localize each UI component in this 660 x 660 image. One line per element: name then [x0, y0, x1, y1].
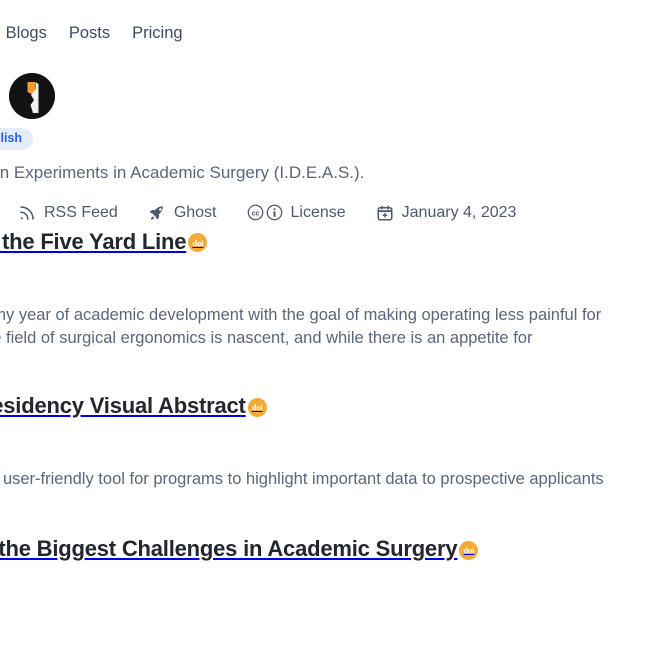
ghost-label: Ghost [173, 203, 217, 221]
tag-english[interactable]: English [0, 128, 34, 150]
license-link[interactable]: cc License [247, 204, 346, 222]
list-item: Operating from the Five Yard Line doi I … [0, 228, 660, 350]
publication-header: I.D.E.A.S. Health Sciences English Innov… [0, 70, 660, 225]
calendar-icon [376, 204, 394, 222]
publication-meta-row: RSS Feed Ghost cc License January 4, 202… [0, 201, 660, 225]
nav-link-pricing[interactable]: Pricing [132, 24, 182, 43]
list-item: The Surgical Residency Visual Abstract d… [0, 392, 660, 491]
post-divider-spacer [0, 503, 660, 535]
rss-feed-link[interactable]: RSS Feed [18, 204, 118, 222]
list-item: Solving One of the Biggest Challenges in… [0, 535, 660, 608]
publication-avatar [9, 73, 56, 119]
svg-text:cc: cc [251, 210, 259, 218]
post-list: Operating from the Five Yard Line doi I … [0, 228, 660, 620]
publication-page: ar Blogs Posts Pricing I.D.E.A.S. Health… [0, 0, 660, 660]
publication-date: January 4, 2023 [376, 203, 517, 222]
creative-commons-icon: cc [247, 204, 283, 221]
post-excerpt: B [0, 587, 660, 608]
doi-badge-icon[interactable]: doi [188, 233, 208, 253]
doi-badge-icon[interactable]: doi [247, 397, 267, 417]
license-label: License [290, 203, 346, 221]
post-excerpt: I recently completed my year of academic… [0, 304, 660, 351]
nav-links: Blogs Posts Pricing [6, 24, 183, 43]
post-divider-spacer [0, 362, 660, 392]
nav-link-posts[interactable]: Posts [69, 24, 110, 43]
rocket-icon [148, 204, 166, 222]
top-navbar: ar Blogs Posts Pricing [0, 0, 660, 66]
publication-title-row: I.D.E.A.S. [0, 70, 660, 122]
post-title-link-1[interactable]: Operating from the Five Yard Line doi [0, 228, 660, 256]
nav-link-blogs[interactable]: Blogs [6, 24, 47, 43]
post-title: The Surgical Residency Visual Abstract [0, 393, 246, 419]
post-title: Solving One of the Biggest Challenges in… [0, 536, 458, 562]
post-excerpt-line: Visual abstracts are a user-friendly too… [0, 469, 604, 488]
post-excerpt: Visual abstracts are a user-friendly too… [0, 468, 660, 491]
rss-feed-label: RSS Feed [44, 203, 118, 221]
publication-description: Innovation and Design Experiments in Aca… [0, 163, 365, 182]
publication-date-label: January 4, 2023 [401, 203, 517, 221]
attribution-icon [266, 205, 282, 221]
post-title-link-2[interactable]: The Surgical Residency Visual Abstract d… [0, 392, 660, 420]
doi-badge-icon[interactable]: doi [459, 540, 479, 560]
ghost-link[interactable]: Ghost [148, 204, 217, 222]
post-title: Operating from the Five Yard Line [0, 229, 187, 254]
post-excerpt-line: surgeons. Overall, the field of surgical… [0, 328, 533, 347]
rss-icon [18, 204, 36, 222]
post-title-link-3[interactable]: Solving One of the Biggest Challenges in… [0, 535, 660, 563]
publication-tags: Health Sciences English [0, 128, 660, 150]
post-excerpt-line: I recently completed my year of academic… [0, 305, 602, 324]
